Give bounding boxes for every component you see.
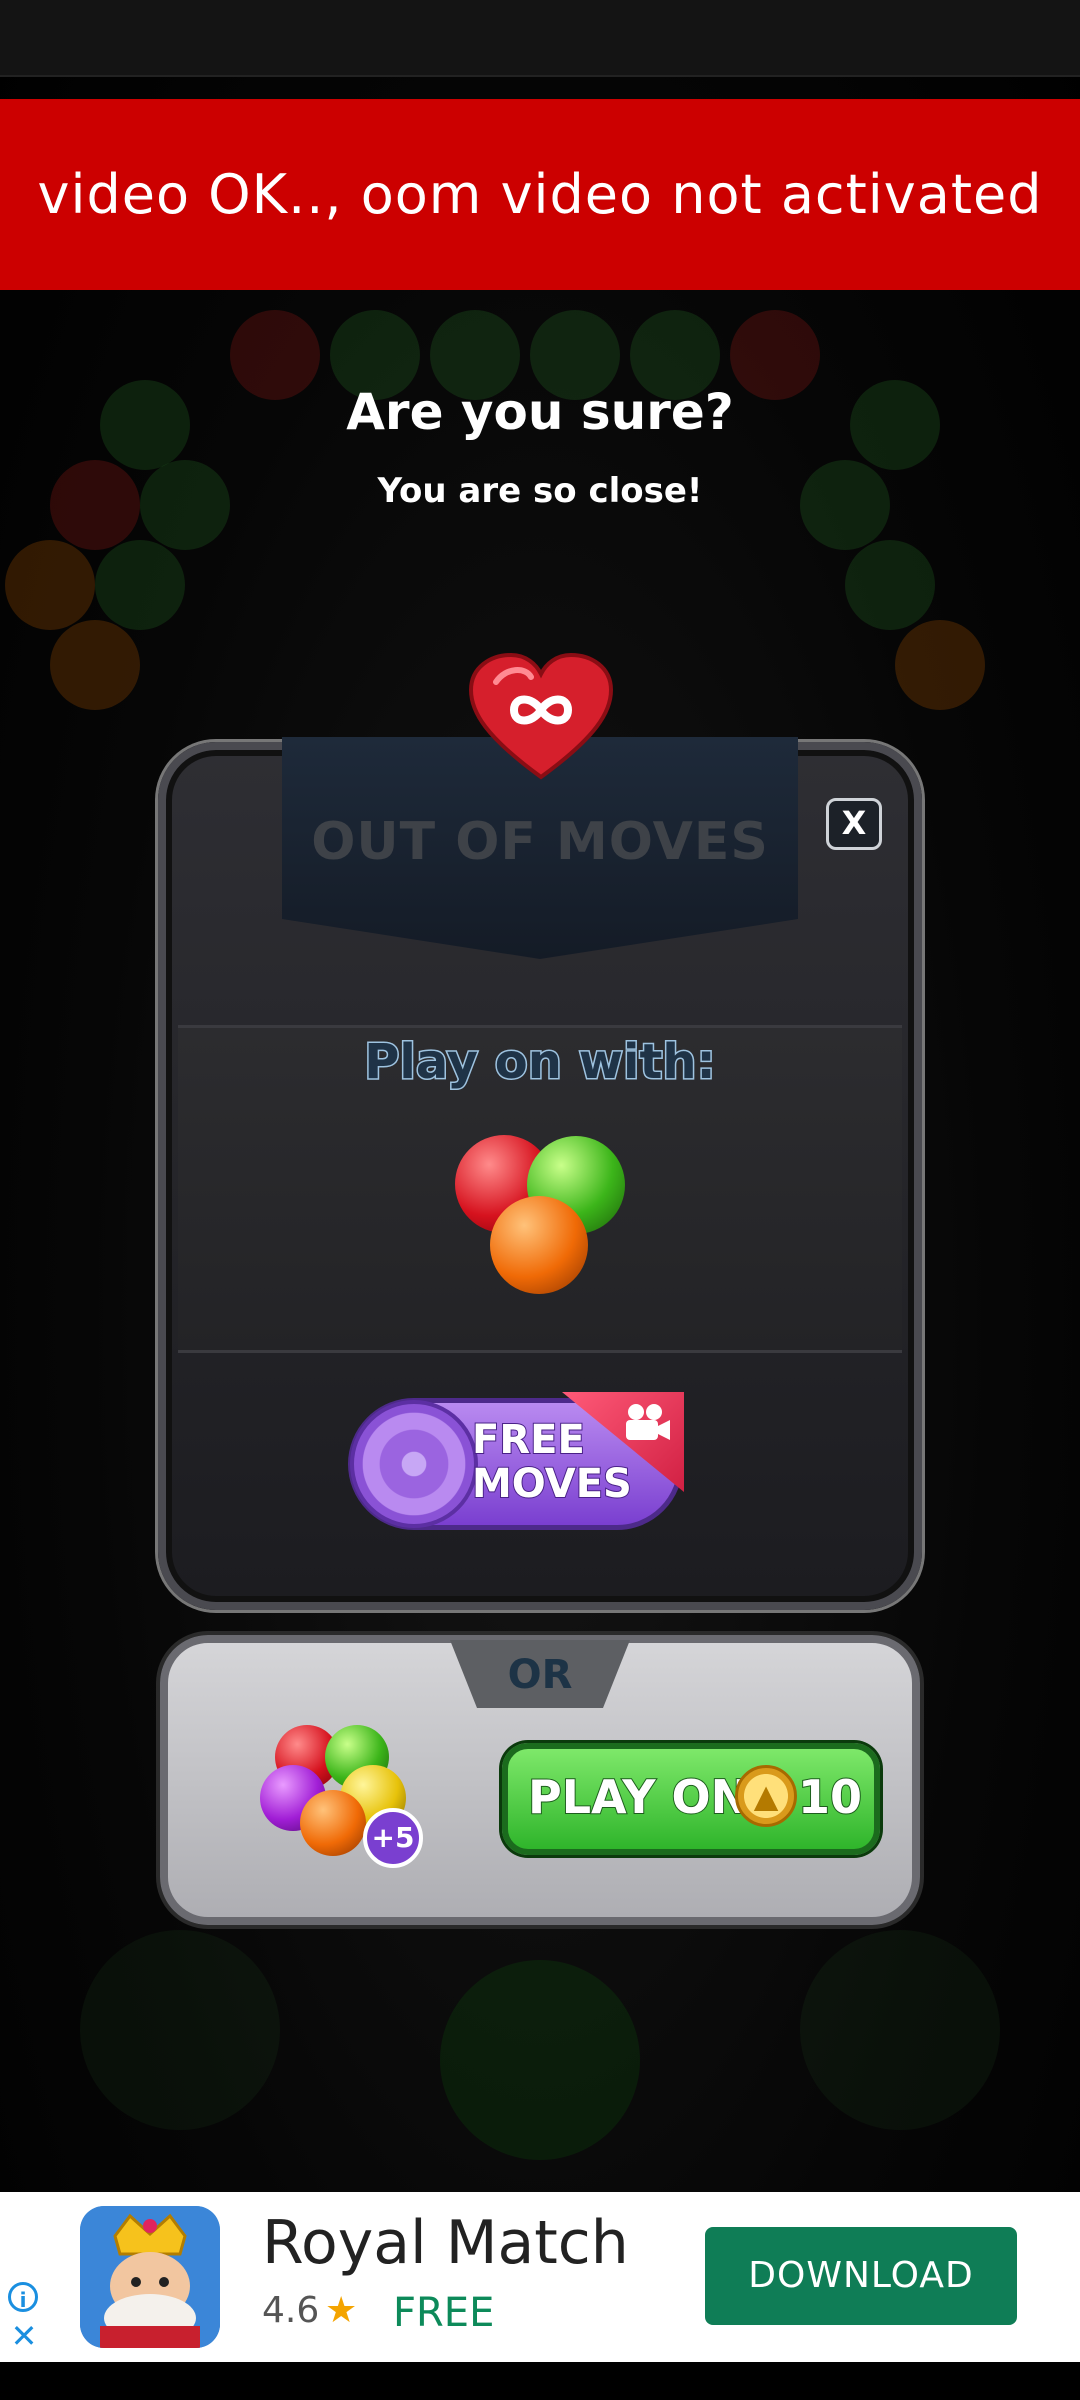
ad-app-name[interactable]: Royal Match: [262, 2208, 629, 2278]
confirm-title: Are you sure?: [346, 383, 734, 441]
bottom-bar: [0, 2362, 1080, 2400]
confirm-subtitle: You are so close!: [377, 471, 703, 511]
panel-title: OUT OF MOVES: [311, 812, 769, 872]
app-icon[interactable]: [80, 2206, 220, 2348]
toast-message: video OK.., oom video not activated: [37, 163, 1043, 226]
infinity-heart-icon: [468, 652, 614, 780]
play-on-with-label: Play on with:: [363, 1033, 718, 1092]
download-button[interactable]: DOWNLOAD: [705, 2227, 1017, 2325]
orange-bubble-icon: [300, 1790, 366, 1856]
bonus-badge: +5: [363, 1808, 423, 1868]
disc-icon: [350, 1400, 478, 1528]
info-icon[interactable]: i: [8, 2282, 38, 2312]
free-moves-line2: MOVES: [471, 1461, 633, 1507]
close-icon[interactable]: ✕: [8, 2320, 40, 2352]
close-button[interactable]: X: [826, 798, 882, 850]
star-icon: ★: [325, 2290, 358, 2331]
ad-rating: 4.6: [262, 2290, 320, 2331]
orange-bubble-icon: [490, 1196, 588, 1294]
coin-price: 10: [797, 1769, 863, 1825]
coin-icon: ▲: [735, 1765, 797, 1827]
top-bar: [0, 0, 1080, 77]
video-camera-icon: [618, 1400, 674, 1446]
ad-price: FREE: [393, 2290, 495, 2336]
error-toast: video OK.., oom video not activated: [0, 99, 1080, 290]
play-on-label: PLAY ON: [527, 1769, 750, 1825]
or-label: OR: [507, 1652, 573, 1698]
